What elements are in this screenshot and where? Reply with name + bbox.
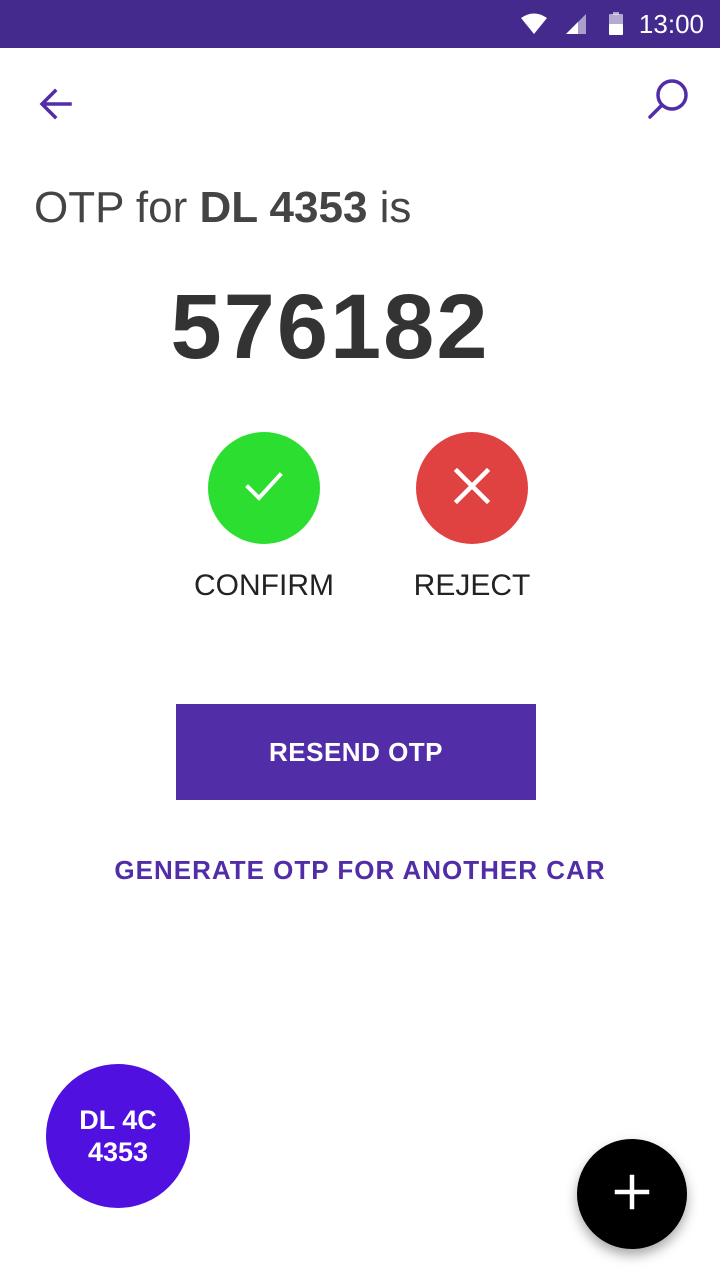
search-button[interactable] xyxy=(642,76,694,128)
reject-action: REJECT xyxy=(382,432,562,604)
confirm-label: CONFIRM xyxy=(194,569,334,602)
vehicle-number: DL 4353 xyxy=(199,183,368,232)
resend-otp-button[interactable]: RESEND OTP xyxy=(176,704,536,800)
back-button[interactable] xyxy=(30,80,82,132)
generate-otp-another-car-link[interactable]: GENERATE OTP FOR ANOTHER CAR xyxy=(0,852,720,888)
reject-label: REJECT xyxy=(413,569,531,602)
confirm-action: CONFIRM xyxy=(174,432,354,604)
car-badge-line1: DL 4C xyxy=(79,1105,157,1135)
search-icon xyxy=(645,77,691,128)
otp-prefix: OTP for xyxy=(34,183,200,232)
battery-icon xyxy=(608,12,624,41)
otp-code: 576182 xyxy=(170,276,490,378)
otp-suffix: is xyxy=(367,183,412,232)
close-icon xyxy=(452,466,492,511)
wifi-icon xyxy=(520,12,548,41)
plus-icon xyxy=(614,1174,650,1215)
confirm-button[interactable] xyxy=(208,432,320,544)
add-fab-button[interactable] xyxy=(577,1139,687,1249)
app-bar xyxy=(0,48,720,160)
car-badge-line2: 4353 xyxy=(87,1137,149,1167)
reject-button[interactable] xyxy=(416,432,528,544)
arrow-left-icon xyxy=(36,84,76,129)
car-badge[interactable]: DL 4C 4353 xyxy=(46,1064,190,1208)
status-bar: 13:00 xyxy=(0,0,720,48)
check-icon xyxy=(242,464,286,513)
status-time: 13:00 xyxy=(638,9,704,39)
signal-icon xyxy=(564,12,588,41)
otp-heading: OTP for DL 4353 is xyxy=(34,180,411,236)
